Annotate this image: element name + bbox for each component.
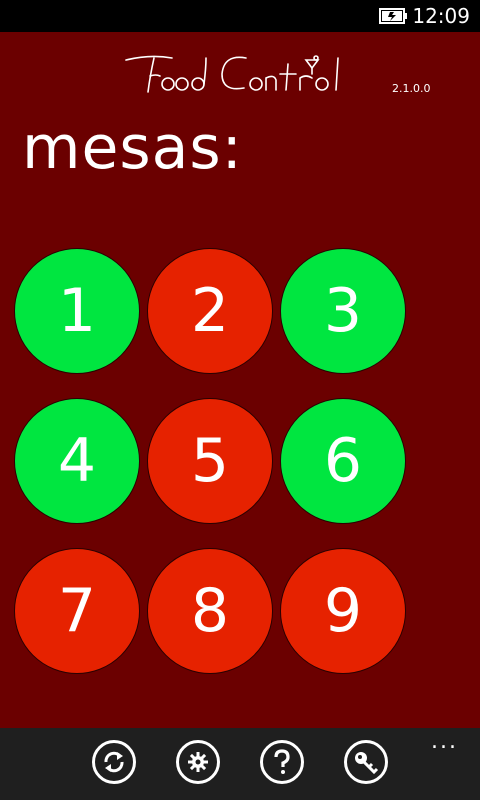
key-icon [355, 752, 379, 775]
clock: 12:09 [412, 4, 470, 28]
battery-charging-icon [379, 8, 407, 24]
table-6-button[interactable]: 6 [280, 398, 406, 524]
table-4-button[interactable]: 4 [14, 398, 140, 524]
main-content: 2.1.0.0 mesas: 123 456 789 [0, 32, 480, 728]
table-5-button[interactable]: 5 [147, 398, 273, 524]
settings-button[interactable] [176, 740, 220, 784]
help-icon [274, 749, 290, 774]
refresh-icon [104, 751, 124, 773]
app-bar: ... [0, 728, 480, 800]
table-7-button[interactable]: 7 [14, 548, 140, 674]
settings-icon [188, 752, 208, 772]
table-3-button[interactable]: 3 [280, 248, 406, 374]
status-bar: 12:09 [0, 0, 480, 32]
table-2-button[interactable]: 2 [147, 248, 273, 374]
more-options-button[interactable]: ... [431, 731, 458, 753]
app-logo [125, 55, 339, 93]
page-title: mesas: [22, 113, 243, 183]
app-version: 2.1.0.0 [392, 82, 431, 95]
help-button[interactable] [260, 740, 304, 784]
refresh-button[interactable] [92, 740, 136, 784]
key-button[interactable] [344, 740, 388, 784]
table-1-button[interactable]: 1 [14, 248, 140, 374]
table-8-button[interactable]: 8 [147, 548, 273, 674]
table-9-button[interactable]: 9 [280, 548, 406, 674]
